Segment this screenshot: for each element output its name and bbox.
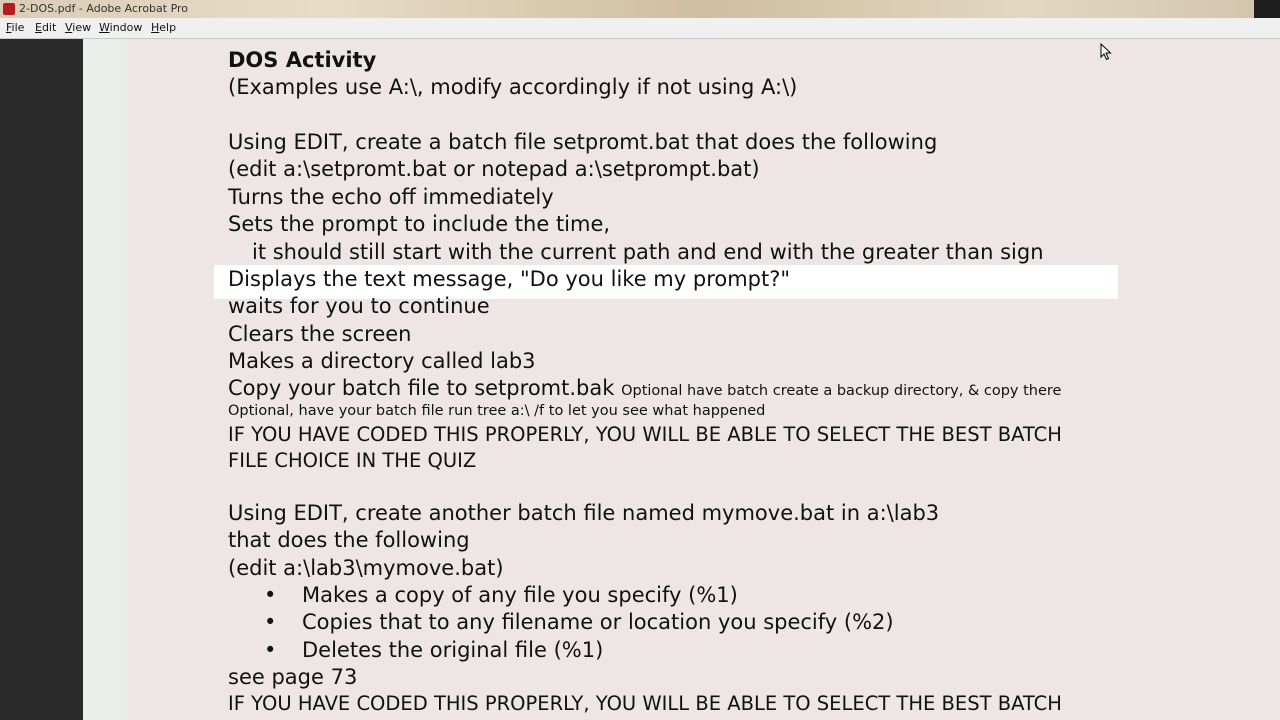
document-line: (edit a:\lab3\mymove.bat) (228, 556, 504, 580)
document-line: that does the following (228, 528, 470, 552)
document-line: Turns the echo off immediately (228, 185, 554, 209)
title-bar: 2-DOS.pdf - Adobe Acrobat Pro (0, 0, 1280, 18)
bullet-marker: • (264, 638, 277, 662)
document-line: (edit a:\setpromt.bat or notepad a:\setp… (228, 157, 760, 181)
document-heading: DOS Activity (228, 48, 377, 72)
document-note: Optional have batch create a backup dire… (621, 383, 1062, 399)
bullet-item: Deletes the original file (%1) (302, 638, 604, 662)
menu-bar: File Edit View Window Help (0, 18, 1280, 39)
bullet-marker: • (264, 583, 277, 607)
document-line: waits for you to continue (228, 294, 490, 318)
menu-help[interactable]: Help (151, 21, 176, 34)
document-line: Copy your batch file to setpromt.bak Opt… (228, 378, 1061, 399)
navigation-pane-gutter (0, 39, 83, 720)
document-note: Optional, have your batch file run tree … (228, 403, 766, 419)
document-line: Using EDIT, create a batch file setpromt… (228, 130, 938, 154)
bullet-item: Makes a copy of any file you specify (%1… (302, 583, 738, 607)
document-line-text: Copy your batch file to setpromt.bak (228, 376, 615, 400)
window-control-button[interactable] (1254, 0, 1280, 18)
document-line-highlighted: Displays the text message, "Do you like … (228, 267, 791, 291)
mouse-pointer-icon (1100, 43, 1112, 61)
document-line: IF YOU HAVE CODED THIS PROPERLY, YOU WIL… (228, 423, 1062, 446)
menu-window[interactable]: Window (99, 21, 142, 34)
document-line: FILE CHOICE IN THE QUIZ (228, 449, 477, 472)
bullet-marker: • (264, 610, 277, 634)
menu-file[interactable]: File (6, 21, 24, 34)
document-line: see page 73 (228, 665, 358, 689)
document-line: (Examples use A:\, modify accordingly if… (228, 75, 798, 99)
bullet-item: Copies that to any filename or location … (302, 610, 894, 634)
document-line: Clears the screen (228, 322, 412, 346)
document-line: IF YOU HAVE CODED THIS PROPERLY, YOU WIL… (228, 692, 1062, 715)
window-title: 2-DOS.pdf - Adobe Acrobat Pro (19, 2, 189, 15)
document-line: Makes a directory called lab3 (228, 349, 536, 373)
acrobat-icon (3, 3, 15, 15)
document-line: Sets the prompt to include the time, (228, 212, 611, 236)
document-line: Using EDIT, create another batch file na… (228, 501, 940, 525)
document-line: it should still start with the current p… (252, 240, 1044, 264)
page-margin (83, 39, 127, 720)
menu-view[interactable]: View (65, 21, 91, 34)
menu-edit[interactable]: Edit (35, 21, 56, 34)
